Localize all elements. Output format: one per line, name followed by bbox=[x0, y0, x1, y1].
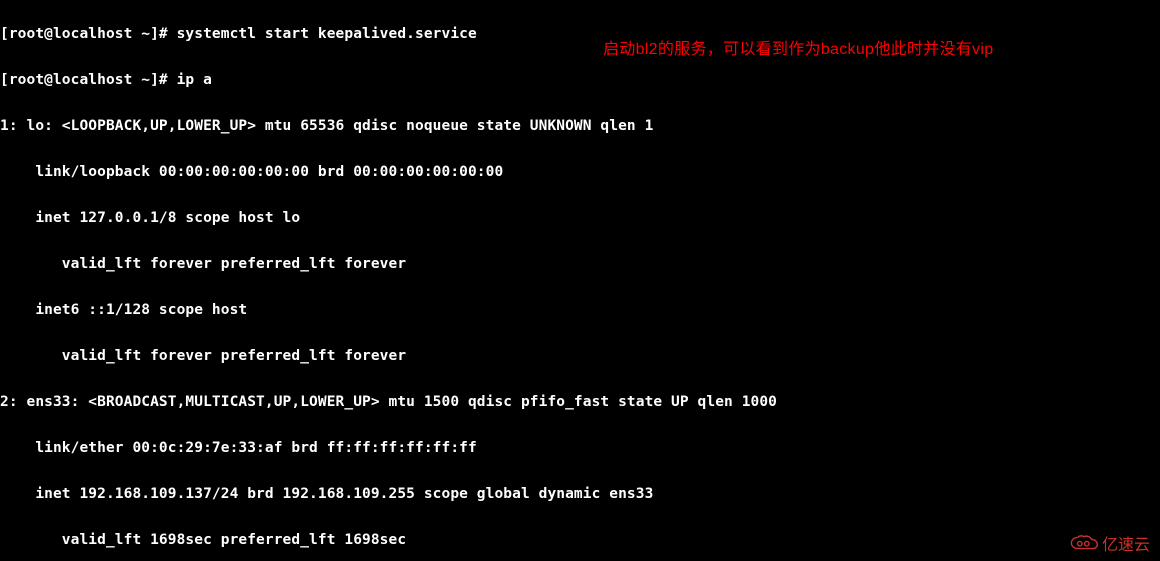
terminal-line: link/ether 00:0c:29:7e:33:af brd ff:ff:f… bbox=[0, 437, 1160, 460]
terminal-line: 1: lo: <LOOPBACK,UP,LOWER_UP> mtu 65536 … bbox=[0, 115, 1160, 138]
terminal-line: valid_lft 1698sec preferred_lft 1698sec bbox=[0, 529, 1160, 552]
terminal-line: inet 127.0.0.1/8 scope host lo bbox=[0, 207, 1160, 230]
terminal-output[interactable]: [root@localhost ~]# systemctl start keep… bbox=[0, 0, 1160, 561]
terminal-line: inet 192.168.109.137/24 brd 192.168.109.… bbox=[0, 483, 1160, 506]
watermark-text: 亿速云 bbox=[1102, 531, 1150, 555]
terminal-line: valid_lft forever preferred_lft forever bbox=[0, 253, 1160, 276]
terminal-line: link/loopback 00:00:00:00:00:00 brd 00:0… bbox=[0, 161, 1160, 184]
terminal-line: [root@localhost ~]# ip a bbox=[0, 69, 1160, 92]
watermark-logo: 亿速云 bbox=[1070, 531, 1150, 555]
terminal-line: 2: ens33: <BROADCAST,MULTICAST,UP,LOWER_… bbox=[0, 391, 1160, 414]
terminal-line: valid_lft forever preferred_lft forever bbox=[0, 345, 1160, 368]
terminal-line: inet6 ::1/128 scope host bbox=[0, 299, 1160, 322]
cloud-icon bbox=[1070, 534, 1098, 552]
annotation-text: 启动bl2的服务，可以看到作为backup他此时并没有vip bbox=[603, 35, 993, 59]
